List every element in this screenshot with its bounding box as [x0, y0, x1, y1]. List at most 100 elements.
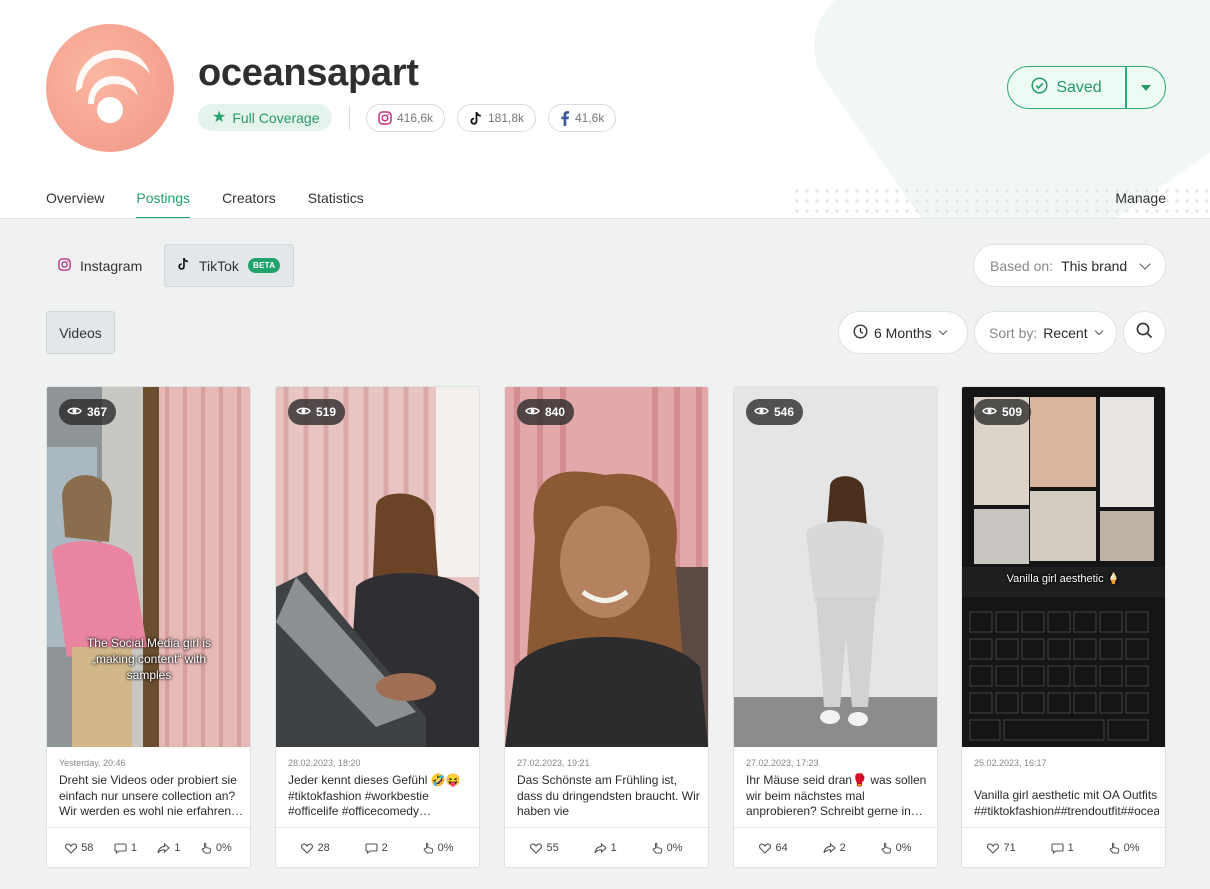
comments-count: 2: [381, 842, 388, 854]
brand-name: oceansapart: [198, 52, 419, 94]
star-icon: ★: [212, 108, 227, 126]
chevron-down-icon: [1094, 326, 1103, 335]
coverage-label: Full Coverage: [232, 109, 320, 126]
sort-select[interactable]: Sort by: Recent: [974, 311, 1117, 354]
heart-icon: [759, 842, 772, 854]
sort-value: Recent: [1043, 324, 1088, 341]
based-on-select[interactable]: Based on: This brand: [973, 244, 1166, 287]
post-caption: Das Schönste am Frühling ist, dass du dr…: [517, 773, 701, 820]
hand-pointer-icon: [1109, 842, 1120, 854]
check-circle-icon: [1031, 76, 1048, 99]
search-icon: [1136, 322, 1153, 344]
eye-icon: [525, 405, 540, 419]
instagram-followers-link[interactable]: 416,6k: [366, 104, 446, 132]
engagement-rate: 0%: [666, 842, 683, 854]
platform-tiktok[interactable]: TikTok BETA: [164, 244, 294, 287]
views-badge: 509: [974, 399, 1032, 425]
saved-button[interactable]: Saved: [1008, 67, 1125, 108]
post-thumbnail[interactable]: 546: [734, 387, 937, 747]
post-date: 28.02.2023, 18:20: [288, 758, 361, 768]
tab-statistics[interactable]: Statistics: [308, 178, 364, 218]
facebook-followers-count: 41,6k: [575, 111, 605, 125]
shares-stat: 1: [594, 842, 617, 854]
video-overlay-text: The Social Media girl is „making content…: [86, 636, 212, 682]
manage-link[interactable]: Manage: [1115, 178, 1166, 218]
likes-stat: 64: [759, 842, 788, 854]
brand-logo: [46, 24, 174, 152]
tab-postings[interactable]: Postings: [136, 178, 190, 218]
engagement-stat: 0%: [423, 842, 454, 854]
comments-stat: 1: [1051, 842, 1074, 854]
coverage-badge: ★ Full Coverage: [198, 104, 332, 131]
eye-icon: [296, 405, 311, 419]
shares-count: 1: [174, 842, 181, 854]
comments-count: 1: [1067, 842, 1074, 854]
post-thumbnail[interactable]: Vanilla girl aesthetic 🍦 509: [962, 387, 1165, 747]
views-count: 840: [545, 405, 566, 419]
based-on-label: Based on:: [990, 257, 1054, 274]
brand-header: oceansapart ★ Full Coverage 416,6k 181,8…: [0, 0, 1210, 219]
beta-badge: BETA: [247, 258, 281, 273]
saved-label: Saved: [1056, 78, 1102, 96]
engagement-rate: 0%: [215, 842, 232, 854]
comment-icon: [1051, 842, 1064, 854]
tab-overview[interactable]: Overview: [46, 178, 104, 218]
eye-icon: [982, 405, 997, 419]
platform-instagram[interactable]: Instagram: [46, 244, 154, 287]
comment-icon: [114, 842, 127, 854]
post-card[interactable]: 519 28.02.2023, 18:20 Jeder kennt dieses…: [275, 386, 480, 868]
engagement-stat: 0%: [652, 842, 683, 854]
facebook-followers-link[interactable]: 41,6k: [548, 104, 617, 132]
based-on-value: This brand: [1061, 257, 1128, 274]
shares-count: 2: [839, 842, 846, 854]
period-select[interactable]: 6 Months: [838, 311, 968, 354]
instagram-icon: [58, 257, 71, 274]
views-badge: 519: [288, 399, 346, 425]
saved-dropdown-toggle[interactable]: [1127, 67, 1166, 108]
engagement-rate: 0%: [437, 842, 454, 854]
post-card[interactable]: The Social Media girl is „making content…: [46, 386, 251, 868]
facebook-icon: [560, 110, 570, 126]
hand-pointer-icon: [881, 842, 892, 854]
caret-down-icon: [1140, 84, 1151, 91]
eye-icon: [754, 405, 769, 419]
share-icon: [157, 842, 171, 854]
engagement-rate: 0%: [895, 842, 912, 854]
sort-label: Sort by:: [989, 324, 1038, 341]
engagement-stat: 0%: [201, 842, 232, 854]
clock-icon: [853, 323, 868, 342]
heart-icon: [987, 842, 1000, 854]
tiktok-followers-link[interactable]: 181,8k: [457, 104, 537, 132]
comments-count: 1: [130, 842, 137, 854]
engagement-stat: 0%: [881, 842, 912, 854]
likes-count: 71: [1003, 842, 1016, 854]
likes-count: 64: [775, 842, 788, 854]
post-thumbnail[interactable]: 840: [505, 387, 708, 747]
post-card[interactable]: Vanilla girl aesthetic 🍦 509 25.02.2023,…: [961, 386, 1166, 868]
post-date: 27.02.2023, 19:21: [517, 758, 590, 768]
views-count: 546: [774, 405, 795, 419]
post-card[interactable]: 840 27.02.2023, 19:21 Das Schönste am Fr…: [504, 386, 709, 868]
main-tabs: Overview Postings Creators Statistics: [46, 178, 364, 218]
saved-button-group: Saved: [1007, 66, 1166, 109]
heart-icon: [65, 842, 78, 854]
post-thumbnail[interactable]: 519: [276, 387, 479, 747]
instagram-followers-count: 416,6k: [397, 111, 434, 125]
post-thumbnail[interactable]: The Social Media girl is „making content…: [47, 387, 250, 747]
views-badge: 546: [746, 399, 804, 425]
heart-icon: [301, 842, 314, 854]
content-type-videos[interactable]: Videos: [46, 311, 115, 354]
views-badge: 367: [59, 399, 117, 425]
engagement-rate: 0%: [1123, 842, 1140, 854]
comments-stat: 2: [365, 842, 388, 854]
post-card[interactable]: 546 27.02.2023, 17:23 Ihr Mäuse seid dra…: [733, 386, 938, 868]
views-count: 519: [316, 405, 337, 419]
search-button[interactable]: [1123, 311, 1166, 354]
share-icon: [823, 842, 836, 854]
post-caption: Jeder kennt dieses Gefühl 🤣😝 #tiktokfash…: [288, 773, 461, 818]
chevron-down-icon: [938, 326, 947, 335]
shares-count: 1: [610, 842, 617, 854]
views-count: 367: [87, 405, 108, 419]
tab-creators[interactable]: Creators: [222, 178, 276, 218]
post-stats: 64 2 0%: [734, 827, 937, 867]
